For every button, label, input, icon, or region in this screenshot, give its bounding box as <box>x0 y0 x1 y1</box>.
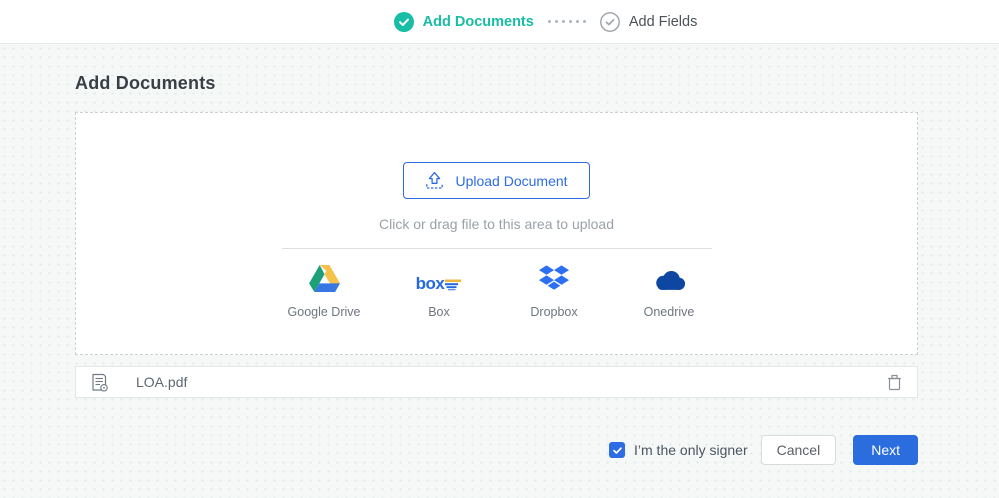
box-icon: box <box>416 275 463 292</box>
content-area: Add Documents Upload Document Click or d… <box>0 44 999 498</box>
file-name: LOA.pdf <box>136 374 187 390</box>
upload-icon <box>425 171 444 190</box>
dropbox-icon <box>539 265 569 292</box>
upload-dropzone[interactable]: Upload Document Click or drag file to th… <box>75 112 918 355</box>
stepper: Add Documents Add Fields <box>394 12 698 32</box>
cloud-services-row: Google Drive box Box <box>267 262 727 319</box>
top-stepper-bar: Add Documents Add Fields <box>0 0 999 44</box>
step-label-add-fields: Add Fields <box>629 14 698 30</box>
service-label: Box <box>428 305 450 319</box>
check-circle-filled-icon <box>394 12 414 32</box>
only-signer-checkbox-group[interactable]: I’m the only signer <box>609 442 748 458</box>
document-icon <box>91 373 108 392</box>
uploaded-file-row: LOA.pdf <box>75 366 918 398</box>
trash-icon <box>887 374 902 391</box>
upload-document-button[interactable]: Upload Document <box>403 162 589 199</box>
upload-hint-text: Click or drag file to this area to uploa… <box>379 216 614 232</box>
step-add-documents[interactable]: Add Documents <box>394 12 534 32</box>
onedrive-icon <box>652 268 686 292</box>
service-onedrive[interactable]: Onedrive <box>612 262 727 319</box>
step-add-fields[interactable]: Add Fields <box>600 12 698 32</box>
cancel-button[interactable]: Cancel <box>761 435 837 465</box>
next-button[interactable]: Next <box>853 435 918 465</box>
upload-button-label: Upload Document <box>455 173 567 189</box>
step-label-add-documents: Add Documents <box>423 14 534 30</box>
service-label: Dropbox <box>530 305 577 319</box>
delete-file-button[interactable] <box>885 372 904 393</box>
stepper-dots <box>548 20 586 23</box>
only-signer-label[interactable]: I’m the only signer <box>634 442 748 458</box>
service-google-drive[interactable]: Google Drive <box>267 262 382 319</box>
service-dropbox[interactable]: Dropbox <box>497 262 612 319</box>
page-title: Add Documents <box>75 73 216 94</box>
checkbox-checked-icon[interactable] <box>609 442 625 458</box>
divider <box>282 248 712 249</box>
check-circle-outline-icon <box>600 12 620 32</box>
footer-actions: I’m the only signer Cancel Next <box>609 435 918 465</box>
service-box[interactable]: box Box <box>382 262 497 319</box>
google-drive-icon <box>309 265 340 292</box>
service-label: Google Drive <box>288 305 361 319</box>
service-label: Onedrive <box>644 305 695 319</box>
